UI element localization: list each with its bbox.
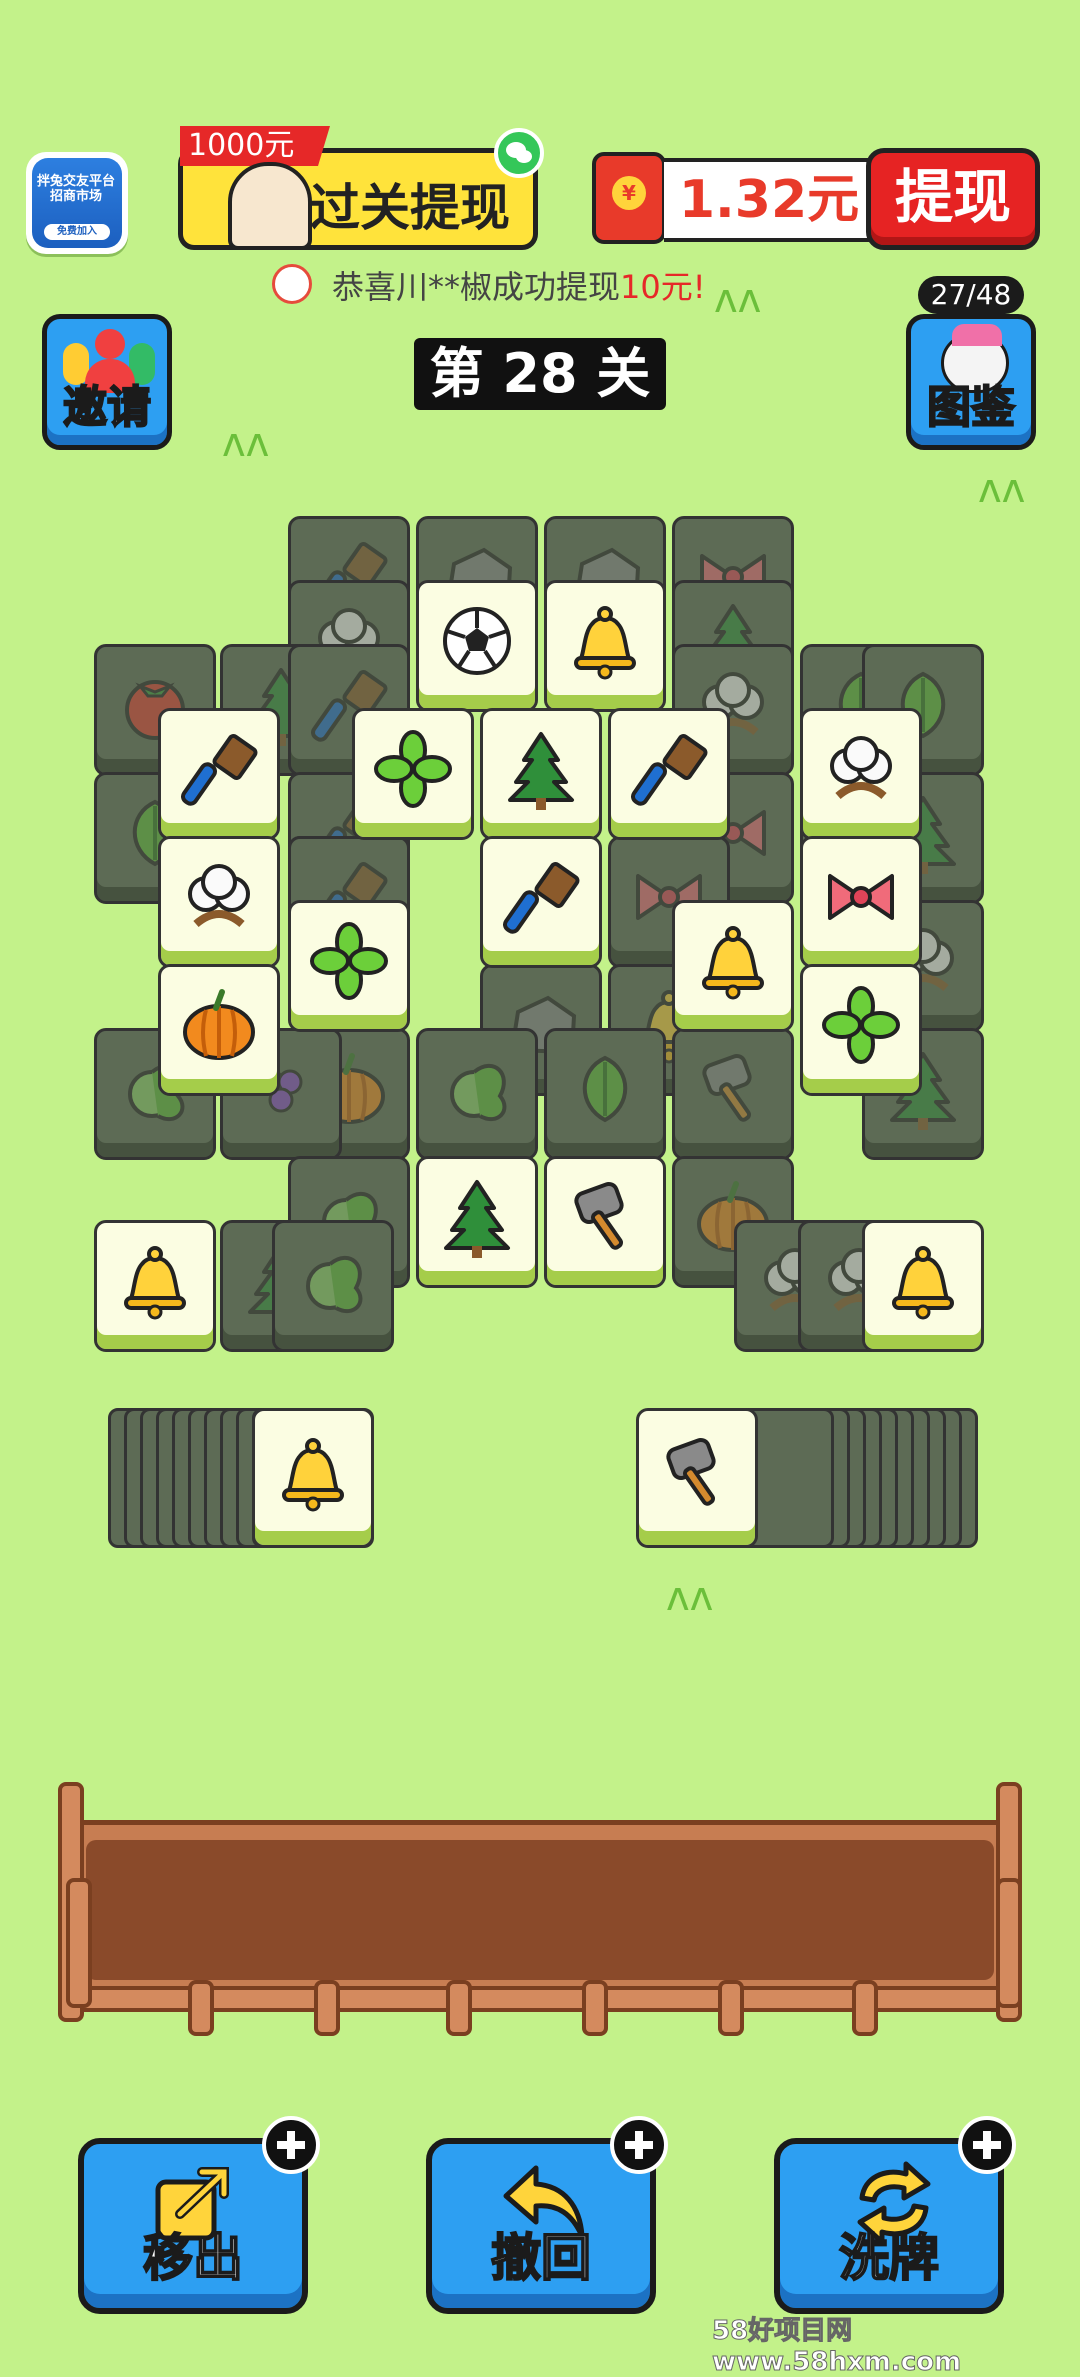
brush-icon xyxy=(181,733,258,806)
pumpkin-icon xyxy=(183,988,255,1060)
tile-pumpkin[interactable] xyxy=(158,964,280,1096)
shuffle-label: 洗牌 xyxy=(838,2228,940,2288)
tile-cabbage xyxy=(272,1220,394,1352)
fence-post xyxy=(582,1980,608,2036)
fence-post xyxy=(718,1980,744,2036)
cotton-icon xyxy=(188,863,250,928)
fence-post xyxy=(446,1980,472,2036)
clover-icon xyxy=(310,921,388,1000)
pine-tree-icon xyxy=(444,1179,510,1258)
fence-post xyxy=(852,1980,878,2036)
bell-icon xyxy=(892,1245,954,1320)
tile-brush[interactable] xyxy=(480,836,602,968)
left-card-pile[interactable] xyxy=(108,1408,448,1554)
fence-post xyxy=(188,1980,214,2036)
tile-bell[interactable] xyxy=(544,580,666,712)
bow-icon xyxy=(828,873,894,920)
tile-leaf xyxy=(544,1028,666,1160)
cabbage-icon xyxy=(306,1255,363,1314)
tile-hammer xyxy=(672,1028,794,1160)
add-shuffle-icon[interactable] xyxy=(958,2116,1016,2174)
bell-icon xyxy=(574,605,636,680)
right-card-pile[interactable] xyxy=(636,1408,988,1554)
pine-tree-icon xyxy=(508,731,574,810)
pile-top-tile-hammer[interactable] xyxy=(636,1408,758,1548)
tile-brush[interactable] xyxy=(608,708,730,840)
soccer-ball-icon xyxy=(443,606,511,675)
tile-tree[interactable] xyxy=(416,1156,538,1288)
bell-icon xyxy=(702,925,764,1000)
move-out-label: 移出 xyxy=(142,2228,244,2288)
cabbage-icon xyxy=(450,1063,507,1122)
add-move-out-icon[interactable] xyxy=(262,2116,320,2174)
leaf-icon xyxy=(582,1055,628,1123)
tile-tree[interactable] xyxy=(480,708,602,840)
tile-cabbage xyxy=(416,1028,538,1160)
tile-hammer[interactable] xyxy=(544,1156,666,1288)
watermark-text: 58好项目网www.58hxm.com xyxy=(712,2316,962,2377)
hammer-icon xyxy=(666,1437,716,1506)
tile-bell[interactable] xyxy=(672,900,794,1032)
tile-bell[interactable] xyxy=(862,1220,984,1352)
cotton-icon xyxy=(830,735,892,800)
fence-post xyxy=(66,1878,92,2008)
tile-clover[interactable] xyxy=(352,708,474,840)
tile-clover[interactable] xyxy=(288,900,410,1032)
fence-post xyxy=(314,1980,340,2036)
tile-brush[interactable] xyxy=(158,708,280,840)
add-undo-icon[interactable] xyxy=(610,2116,668,2174)
hammer-icon xyxy=(702,1053,752,1122)
tray-slots xyxy=(86,1840,994,1980)
tile-clover[interactable] xyxy=(800,964,922,1096)
hammer-icon xyxy=(574,1181,624,1250)
tile-cotton[interactable] xyxy=(158,836,280,968)
clover-icon xyxy=(822,985,900,1064)
bell-icon xyxy=(282,1437,344,1512)
bell-icon xyxy=(124,1245,186,1320)
tile-bell[interactable] xyxy=(94,1220,216,1352)
pile-top-tile-bell[interactable] xyxy=(252,1408,374,1548)
brush-icon xyxy=(503,861,580,934)
undo-label: 撤回 xyxy=(490,2228,592,2288)
clover-icon xyxy=(374,729,452,808)
brush-icon xyxy=(631,733,708,806)
tile-cotton[interactable] xyxy=(800,708,922,840)
tile-board xyxy=(0,0,1080,1600)
fence-post xyxy=(996,1878,1022,2008)
tile-ball[interactable] xyxy=(416,580,538,712)
tile-bow[interactable] xyxy=(800,836,922,968)
